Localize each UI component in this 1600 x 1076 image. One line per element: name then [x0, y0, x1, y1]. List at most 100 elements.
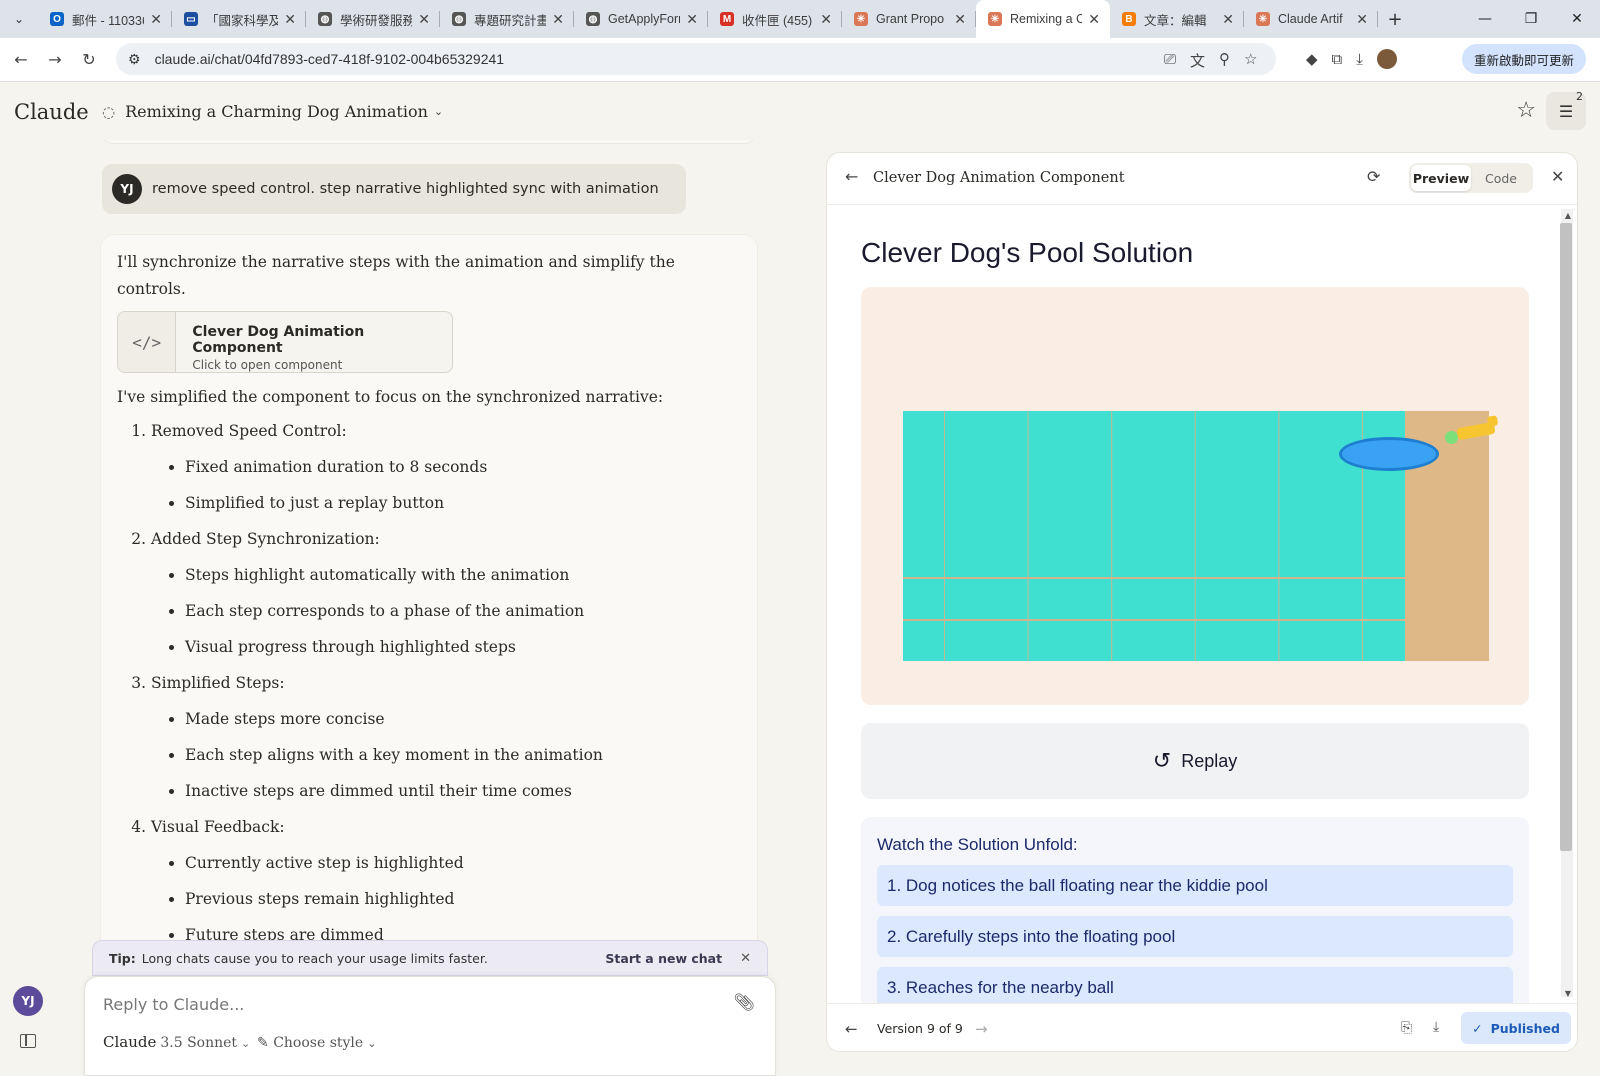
download-icon[interactable]: ⤓	[1433, 1019, 1439, 1035]
browser-tab[interactable]: ✳ Claude Artif ✕	[1244, 0, 1378, 38]
browser-tab[interactable]: ▭ 「國家科學及 ✕	[172, 0, 306, 38]
minimize-icon[interactable]: —	[1462, 0, 1508, 38]
change-item: Each step corresponds to a phase of the …	[185, 599, 741, 623]
style-selector[interactable]: ✎ Choose style ⌄	[257, 1035, 376, 1051]
browser-tab[interactable]: ✳ Remixing a C ✕	[976, 0, 1110, 38]
published-button[interactable]: ✓ Published	[1461, 1012, 1571, 1044]
chat-bubble-icon: ◌	[102, 102, 116, 121]
next-version-icon[interactable]: →	[975, 1020, 988, 1038]
reload-icon[interactable]: ↻	[72, 43, 106, 77]
tab-search-icon[interactable]: ⌄	[0, 0, 38, 38]
browser-tab[interactable]: ◍ 學術研發服務 ✕	[306, 0, 440, 38]
tab-close-icon[interactable]: ✕	[284, 11, 296, 28]
back-arrow-icon[interactable]: ←	[845, 167, 858, 186]
reply-composer[interactable]: Reply to Claude... 📎︎ Claude 3.5 Sonnet ⌄ …	[84, 976, 776, 1076]
change-section: Added Step Synchronization: Steps highlig…	[151, 527, 741, 659]
close-icon[interactable]: ✕	[1551, 167, 1564, 186]
tab-close-icon[interactable]: ✕	[1088, 11, 1100, 28]
browser-tab[interactable]: B 文章：編輯 ✕	[1110, 0, 1244, 38]
browser-tab[interactable]: ◍ 專題研究計畫 ✕	[440, 0, 574, 38]
tab-code[interactable]: Code	[1471, 165, 1531, 191]
scrollbar-thumb[interactable]	[1560, 223, 1572, 851]
chat-settings-button[interactable]: ☰ 2	[1546, 90, 1586, 130]
scroll-down-icon[interactable]: ▼	[1565, 989, 1571, 998]
zoom-icon[interactable]: ⚲	[1219, 50, 1230, 71]
claude-logo[interactable]: Claude	[14, 100, 89, 124]
browser-toolbar: ← → ↻ ⚙ claude.ai/chat/04fd7893-ced7-418…	[0, 38, 1600, 82]
site-info-icon[interactable]: ⚙	[128, 51, 141, 68]
restore-icon[interactable]: ❐	[1508, 0, 1554, 38]
sliders-icon: ☰	[1558, 101, 1574, 121]
refresh-icon[interactable]: ⟳	[1367, 167, 1380, 186]
close-window-icon[interactable]: ✕	[1554, 0, 1600, 38]
download-icon[interactable]: ⤓	[1356, 50, 1363, 68]
change-item: Simplified to just a replay button	[185, 491, 741, 515]
change-item: Currently active step is highlighted	[185, 851, 741, 875]
artifact-card-subtitle: Click to open component	[192, 358, 343, 372]
tab-close-icon[interactable]: ✕	[954, 11, 966, 28]
window-controls: — ❐ ✕	[1462, 0, 1600, 38]
settings-count-badge: 2	[1576, 90, 1583, 103]
published-label: Published	[1490, 1020, 1560, 1036]
browser-tab[interactable]: O 郵件 - 110336 ✕	[38, 0, 172, 38]
tab-title: 文章：編輯	[1144, 13, 1207, 28]
assistant-intro-text: I'll synchronize the narrative steps wit…	[117, 253, 675, 298]
translate-icon[interactable]: 文	[1190, 50, 1205, 71]
browser-tab[interactable]: ◍ GetApplyForm ✕	[574, 0, 708, 38]
usage-tip-bar: Tip: Long chats cause you to reach your …	[92, 940, 768, 976]
replay-icon: ↺	[1152, 748, 1172, 773]
install-app-icon[interactable]: ⎚	[1164, 50, 1176, 71]
sidebar-user-avatar[interactable]: YJ	[13, 986, 43, 1016]
steps-title: Watch the Solution Unfold:	[877, 835, 1078, 854]
start-new-chat-link[interactable]: Start a new chat	[605, 951, 722, 966]
conversation-title-button[interactable]: ◌ Remixing a Charming Dog Animation ⌄	[102, 102, 443, 121]
tab-close-icon[interactable]: ✕	[686, 11, 698, 28]
sidebar-toggle-icon[interactable]	[20, 1034, 36, 1048]
artifact-footer: ← Version 9 of 9 → ⎘ ⤓ ✓ Published	[827, 1003, 1577, 1051]
tab-title: 學術研發服務	[340, 13, 413, 28]
new-tab-button[interactable]: +	[1378, 9, 1412, 30]
extension-icon[interactable]: ◆	[1306, 50, 1318, 68]
bookmark-star-icon[interactable]: ☆	[1244, 50, 1257, 71]
close-icon[interactable]: ✕	[740, 951, 751, 966]
artifact-card-title: Clever Dog Animation Component	[192, 324, 365, 356]
chevron-down-icon: ⌄	[241, 1037, 251, 1050]
tab-close-icon[interactable]: ✕	[1222, 11, 1234, 28]
tab-close-icon[interactable]: ✕	[418, 11, 430, 28]
forward-arrow-icon[interactable]: →	[38, 43, 72, 77]
model-selector[interactable]: Claude 3.5 Sonnet ⌄	[103, 1033, 250, 1051]
tab-close-icon[interactable]: ✕	[820, 11, 832, 28]
address-bar[interactable]: ⚙ claude.ai/chat/04fd7893-ced7-418f-9102…	[116, 43, 1276, 75]
replay-button[interactable]: ↺ Replay	[861, 723, 1529, 799]
previous-message-edge	[100, 140, 758, 144]
toolbar-icons: ◆ ⧉ ⤓	[1306, 43, 1397, 75]
change-section-title: Simplified Steps:	[151, 674, 285, 692]
tab-close-icon[interactable]: ✕	[150, 11, 162, 28]
browser-tab-bar: ⌄ O 郵件 - 110336 ✕ ▭ 「國家科學及 ✕ ◍ 學術研發服務 ✕ ◍ 專題研究計畫 ✕ ◍…	[0, 0, 1600, 38]
scroll-up-icon[interactable]: ▲	[1565, 211, 1571, 220]
version-label: Version 9 of 9	[877, 1021, 963, 1036]
reply-input[interactable]: Reply to Claude...	[103, 995, 244, 1014]
tab-close-icon[interactable]: ✕	[552, 11, 564, 28]
change-section: Removed Speed Control: Fixed animation du…	[151, 419, 741, 515]
animation-stage	[861, 287, 1529, 705]
back-arrow-icon[interactable]: ←	[4, 43, 38, 77]
change-item: Each step aligns with a key moment in th…	[185, 743, 741, 767]
copy-icon[interactable]: ⎘	[1401, 1020, 1412, 1036]
browser-tab[interactable]: ✳ Grant Propo ✕	[842, 0, 976, 38]
artifact-card[interactable]: </> Clever Dog Animation Component Click…	[117, 311, 453, 373]
chat-thread: YJ remove speed control. step narrative …	[100, 140, 760, 940]
star-icon[interactable]: ☆	[1516, 98, 1536, 123]
tab-title: 郵件 - 110336	[72, 13, 145, 28]
conversation-title: Remixing a Charming Dog Animation	[125, 102, 428, 121]
profile-avatar[interactable]	[1376, 49, 1397, 69]
tab-favicon-icon: ▭	[184, 12, 198, 26]
tab-close-icon[interactable]: ✕	[1356, 11, 1368, 28]
change-section-title: Visual Feedback:	[151, 818, 285, 836]
update-button[interactable]: 重新啟動即可更新	[1461, 44, 1586, 74]
extensions-puzzle-icon[interactable]: ⧉	[1332, 50, 1343, 68]
previous-version-icon[interactable]: ←	[845, 1020, 858, 1038]
paperclip-icon[interactable]: 📎︎	[733, 993, 755, 1013]
tab-preview[interactable]: Preview	[1411, 165, 1471, 191]
browser-tab[interactable]: M 收件匣 (455) ✕	[708, 0, 842, 38]
